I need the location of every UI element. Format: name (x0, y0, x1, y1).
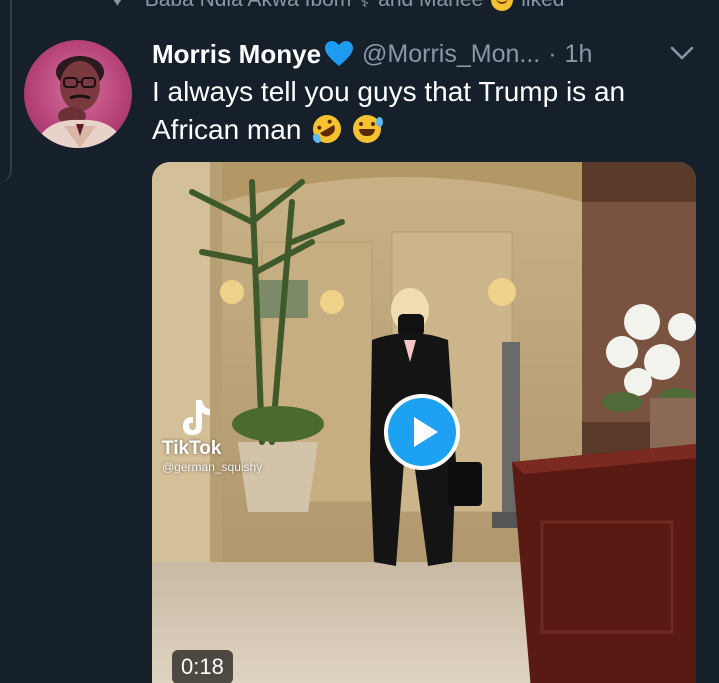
author-handle[interactable]: @Morris_Mon... (362, 40, 540, 69)
thread-connector-line (0, 0, 12, 182)
tweet-header: Morris Monye @Morris_Mon... · 1h (152, 34, 697, 74)
video-duration-badge: 0:18 (172, 650, 233, 683)
social-context-liked-label: liked (521, 0, 564, 12)
stethoscope-emoji-icon: ⚕ (359, 0, 371, 12)
tweet-text-line-2: African man (152, 114, 302, 145)
header-separator: · (548, 39, 557, 68)
tiktok-logo-icon (183, 400, 210, 435)
tweet-text-line-1: I always tell you guys that Trump is an (152, 76, 626, 107)
author-name[interactable]: Morris Monye (152, 39, 321, 70)
tweet-text: I always tell you guys that Trump is an … (152, 73, 672, 149)
heart-icon: ♥ (112, 0, 123, 11)
tweet-timestamp[interactable]: 1h (565, 40, 593, 69)
grinning-sweat-emoji-icon (352, 115, 383, 143)
author-avatar[interactable] (24, 40, 132, 148)
tiktok-brand-label: TikTok (162, 438, 222, 459)
timeline-page: ♥ Baba Ndia Akwa Ibom ⚕ and Manee liked (0, 0, 719, 683)
social-context-names: Baba Ndia Akwa Ibom (145, 0, 352, 12)
video-media[interactable]: TikTok @german_squishy 0:18 (152, 162, 696, 683)
tiktok-username-label: @german_squishy (162, 460, 263, 474)
social-context-row[interactable]: ♥ Baba Ndia Akwa Ibom ⚕ and Manee liked (112, 0, 564, 14)
social-context-names-2: and Manee (378, 0, 483, 12)
rolling-laughing-emoji-icon (308, 109, 347, 149)
avatar-portrait (34, 56, 126, 148)
chevron-down-icon[interactable] (667, 38, 697, 68)
star-struck-emoji-icon (491, 0, 514, 11)
blue-heart-icon (324, 40, 354, 68)
play-button[interactable] (384, 394, 460, 470)
tiktok-watermark: TikTok @german_squishy (162, 398, 262, 474)
